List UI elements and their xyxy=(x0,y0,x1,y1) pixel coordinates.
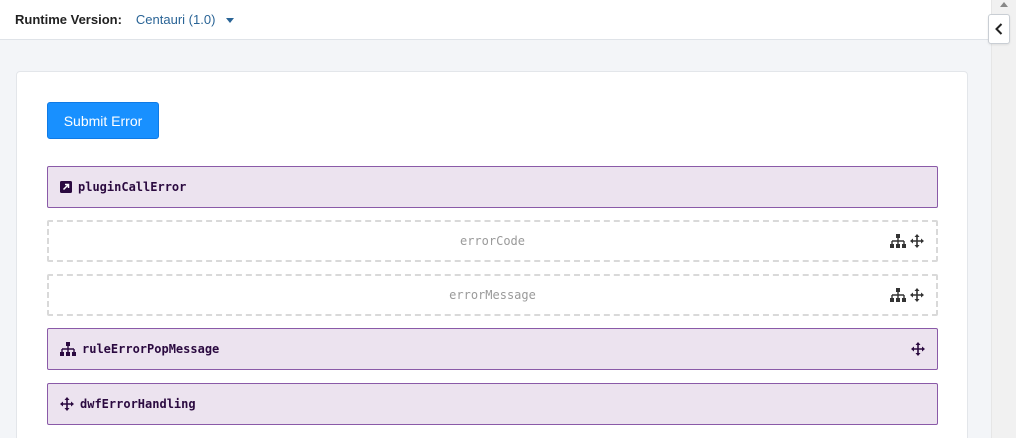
scroll-up-arrow-icon[interactable] xyxy=(1000,2,1008,7)
block-label: errorMessage xyxy=(449,288,536,302)
sitemap-icon[interactable] xyxy=(890,288,906,302)
move-icon[interactable] xyxy=(910,288,924,302)
block-plugin-call-error[interactable]: pluginCallError xyxy=(47,166,938,208)
error-panel: Submit Error pluginCallError errorCode e… xyxy=(16,71,968,438)
collapse-panel-button[interactable] xyxy=(988,14,1010,44)
block-error-code[interactable]: errorCode xyxy=(47,220,938,262)
sitemap-icon[interactable] xyxy=(890,234,906,248)
chevron-left-icon xyxy=(995,23,1003,35)
external-link-icon xyxy=(60,181,72,193)
runtime-version-label: Runtime Version: xyxy=(15,12,122,27)
block-label: dwfErrorHandling xyxy=(80,397,196,411)
block-label: ruleErrorPopMessage xyxy=(82,342,220,356)
vertical-scrollbar[interactable] xyxy=(991,0,1016,438)
move-icon[interactable] xyxy=(911,342,925,356)
block-label: pluginCallError xyxy=(78,180,187,194)
block-dwf-error-handling[interactable]: dwfErrorHandling xyxy=(47,383,938,425)
block-label: errorCode xyxy=(459,234,526,248)
move-icon xyxy=(60,397,74,411)
top-bar: Runtime Version: Centauri (1.0) xyxy=(0,0,991,40)
caret-down-icon xyxy=(226,18,235,23)
runtime-version-dropdown[interactable]: Centauri (1.0) xyxy=(135,12,235,27)
block-error-message[interactable]: errorMessage xyxy=(47,274,938,316)
block-rule-error-pop-message[interactable]: ruleErrorPopMessage xyxy=(47,328,938,370)
sitemap-icon xyxy=(60,342,76,356)
submit-error-button[interactable]: Submit Error xyxy=(47,102,159,139)
move-icon[interactable] xyxy=(910,234,924,248)
runtime-version-value: Centauri (1.0) xyxy=(135,12,216,27)
